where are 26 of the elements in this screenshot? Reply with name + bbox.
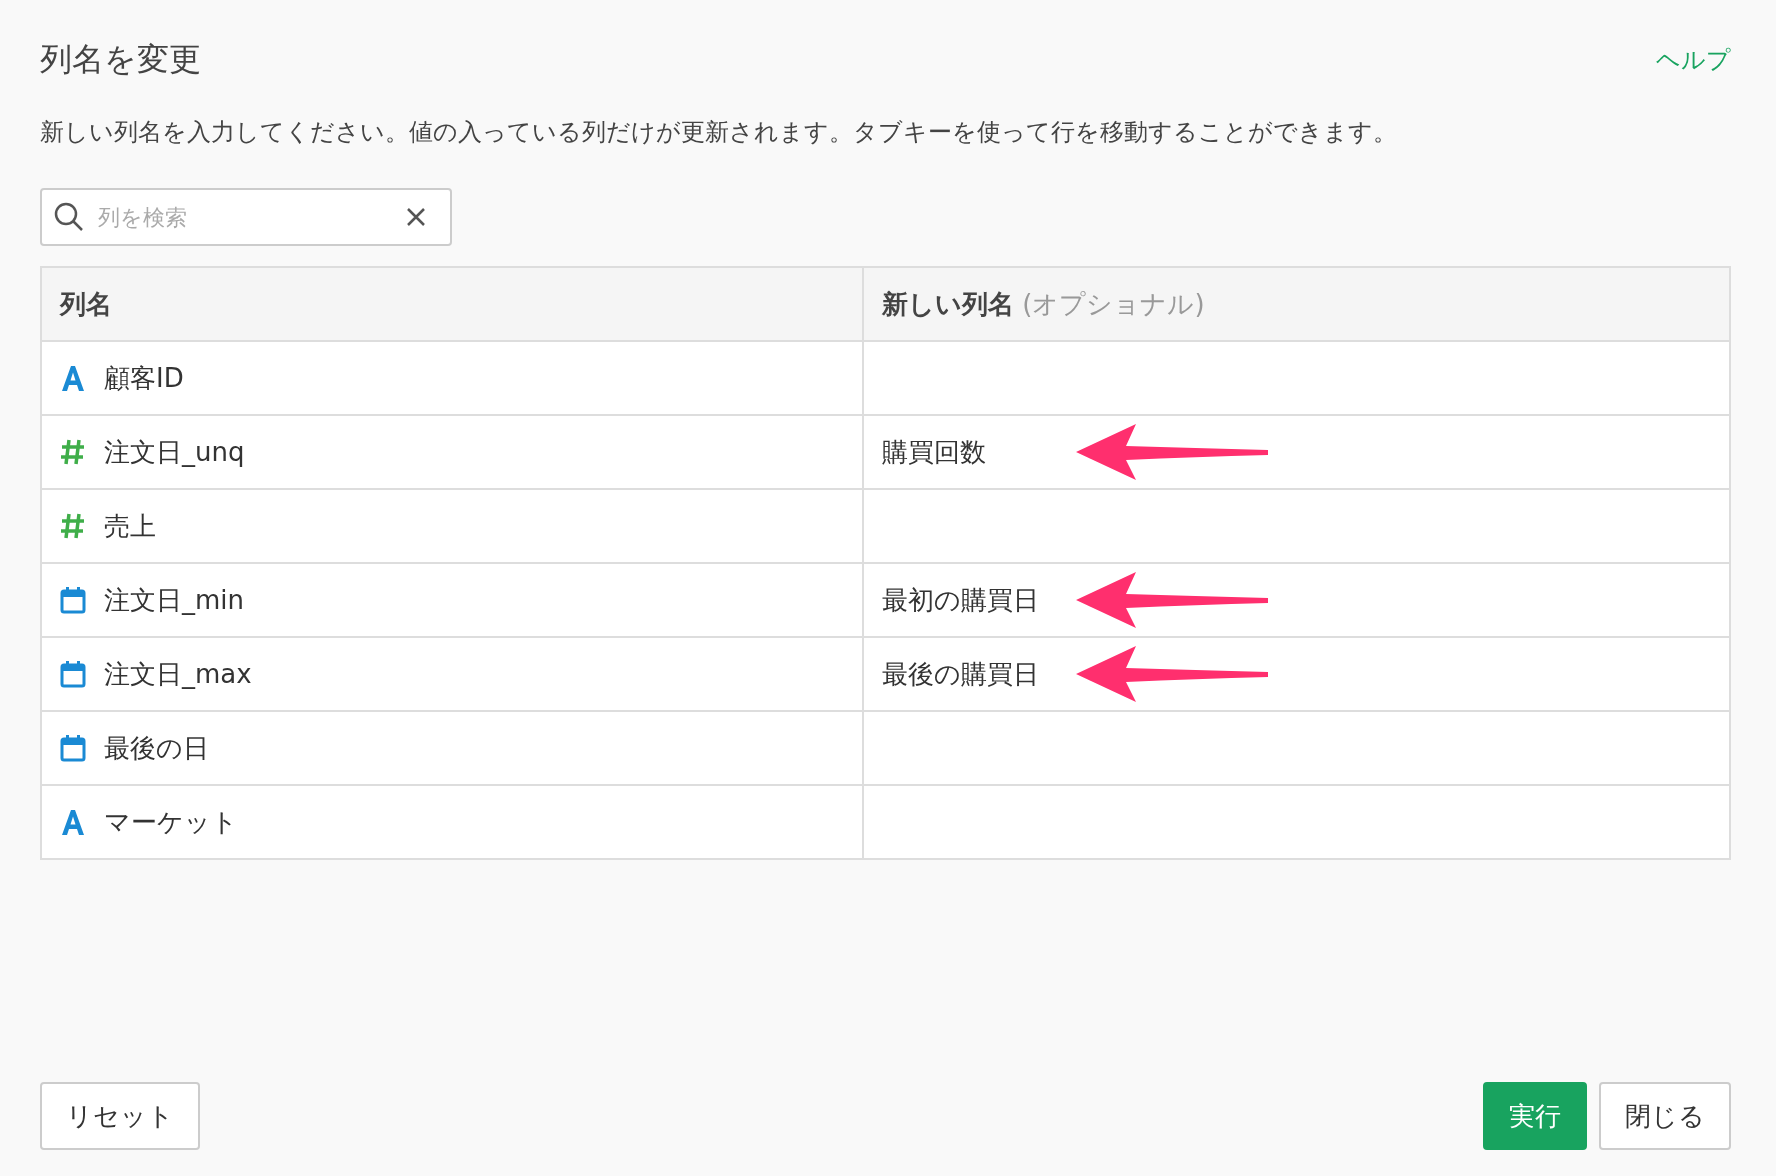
calendar-icon [60, 660, 86, 688]
new-column-name[interactable]: 購買回数 [882, 434, 986, 470]
close-button[interactable]: 閉じる [1599, 1082, 1731, 1150]
column-name: 最後の日 [104, 731, 209, 765]
column-name: 注文日_max [104, 657, 252, 691]
column-name: マーケット [104, 805, 238, 839]
search-icon [54, 202, 84, 232]
column-header: 新しい列名 (オプショナル) [882, 287, 1205, 321]
reset-button[interactable]: リセット [40, 1082, 200, 1150]
column-header: 列名 [60, 287, 112, 321]
number-type-icon [60, 438, 86, 466]
new-column-name[interactable]: 最初の購買日 [882, 582, 1039, 618]
number-type-icon [60, 512, 86, 540]
dialog-title: 列名を変更 [40, 39, 201, 80]
column-name: 注文日_min [104, 583, 245, 617]
calendar-icon [60, 586, 86, 614]
column-name: 売上 [104, 509, 156, 543]
text-type-icon [60, 364, 86, 392]
clear-icon[interactable] [406, 207, 426, 227]
column-name: 顧客ID [104, 361, 184, 395]
new-column-name[interactable]: 最後の購買日 [882, 656, 1039, 692]
calendar-icon [60, 734, 86, 762]
instruction-text: 新しい列名を入力してください。値の入っている列だけが更新されます。タブキーを使って行を移動することができます。 [40, 117, 1398, 148]
search-field[interactable]: 列を検索 [40, 188, 452, 246]
text-type-icon [60, 808, 86, 836]
column-name: 注文日_unq [104, 435, 245, 469]
